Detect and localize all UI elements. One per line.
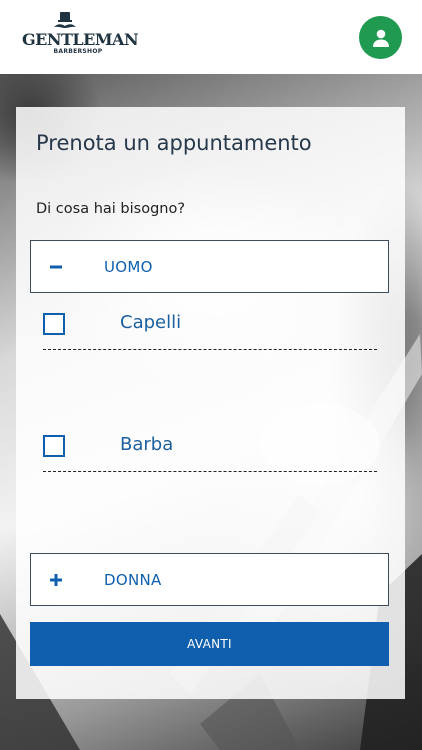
option-capelli[interactable]: Capelli (43, 305, 377, 350)
gentleman-logo: GENTLEMAN BARBERSHOP (22, 10, 139, 58)
divider (43, 349, 377, 350)
divider (43, 471, 377, 472)
logo-wordmark: GENTLEMAN (22, 30, 139, 49)
barber-mustache-logo-icon (54, 12, 76, 28)
page-title: Prenota un appuntamento (36, 131, 312, 155)
section-donna[interactable]: DONNA (30, 553, 389, 606)
option-capelli-label: Capelli (120, 312, 182, 333)
plus-icon (50, 573, 62, 586)
user-icon (372, 29, 389, 47)
capelli-checkbox[interactable] (43, 313, 65, 335)
logo-subtitle: BARBERSHOP (53, 48, 103, 55)
section-donna-label: DONNA (104, 570, 162, 589)
section-uomo[interactable]: UOMO (30, 240, 389, 293)
avanti-button[interactable]: AVANTI (30, 622, 389, 666)
option-barba[interactable]: Barba (43, 427, 377, 472)
section-uomo-label: UOMO (104, 257, 153, 276)
booking-card: Prenota un appuntamento Di cosa hai biso… (16, 107, 405, 699)
app-header: GENTLEMAN BARBERSHOP (0, 0, 422, 74)
profile-button[interactable] (359, 16, 402, 59)
option-barba-label: Barba (120, 434, 174, 455)
barba-checkbox[interactable] (43, 435, 65, 457)
question-label: Di cosa hai bisogno? (36, 201, 186, 217)
minus-icon (50, 265, 62, 268)
